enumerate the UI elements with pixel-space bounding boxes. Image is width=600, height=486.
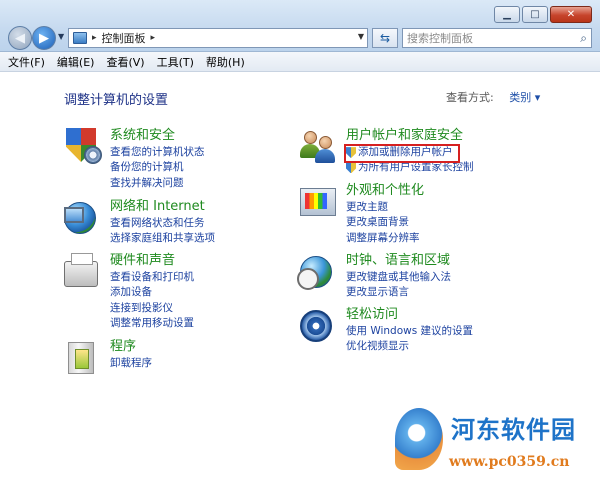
watermark: 河东软件园 www.pc0359.cn (395, 408, 595, 482)
category-title-hardware[interactable]: 硬件和声音 (110, 253, 194, 269)
window-controls: ▁ □ ✕ (494, 6, 592, 23)
link-uninstall-program[interactable]: 卸载程序 (110, 356, 152, 371)
window-titlebar: ▁ □ ✕ ◀ ▶ ▼ ▸ 控制面板 ▸ ▼ ⇆ ⌕ (0, 0, 600, 52)
category-title-programs[interactable]: 程序 (110, 339, 152, 355)
shield-gauge-icon[interactable] (64, 128, 102, 166)
menu-tools[interactable]: 工具(T) (157, 54, 194, 70)
menu-edit[interactable]: 编辑(E) (57, 54, 95, 70)
view-by: 查看方式: 类别 ▾ (446, 89, 540, 105)
link-connect-projector[interactable]: 连接到投影仪 (110, 301, 194, 316)
link-mobility-settings[interactable]: 调整常用移动设置 (110, 316, 194, 331)
minimize-button[interactable]: ▁ (494, 6, 520, 23)
watermark-name: 河东软件园 (451, 415, 576, 444)
link-optimize-video[interactable]: 优化视频显示 (346, 339, 473, 354)
search-box: ⌕ (402, 28, 592, 48)
arrow-right-icon: ▶ (39, 30, 49, 46)
watermark-url: www.pc0359.cn (449, 454, 570, 470)
breadcrumb-separator-end[interactable]: ▸ (151, 33, 156, 43)
category-clock-language: 时钟、语言和区域 更改键盘或其他输入法 更改显示语言 (297, 253, 451, 301)
forward-button[interactable]: ▶ (32, 26, 56, 50)
search-icon[interactable]: ⌕ (580, 31, 587, 46)
category-network: 网络和 Internet 查看网络状态和任务 选择家庭组和共享选项 (64, 199, 215, 247)
category-programs: 程序 卸载程序 (64, 339, 152, 377)
arrow-left-icon: ◀ (15, 30, 25, 46)
menu-view[interactable]: 查看(V) (106, 54, 144, 70)
search-input[interactable] (407, 31, 567, 45)
palette-monitor-icon[interactable] (300, 183, 338, 221)
programs-box-icon[interactable] (64, 339, 102, 377)
category-ease-of-access: 轻松访问 使用 Windows 建议的设置 优化视频显示 (300, 307, 473, 355)
link-screen-resolution[interactable]: 调整屏幕分辨率 (346, 231, 424, 246)
watermark-logo-icon (395, 408, 443, 470)
category-title-appearance[interactable]: 外观和个性化 (346, 183, 424, 199)
link-devices-printers[interactable]: 查看设备和打印机 (110, 270, 194, 285)
uac-shield-icon (346, 162, 356, 174)
ease-of-access-icon[interactable] (300, 307, 338, 345)
chevron-down-icon: ▼ (357, 32, 364, 41)
breadcrumb-control-panel[interactable]: 控制面板 (102, 30, 146, 46)
category-title-system[interactable]: 系统和安全 (110, 128, 205, 144)
chevron-down-icon: ▼ (58, 32, 65, 41)
link-view-computer-status[interactable]: 查看您的计算机状态 (110, 145, 205, 160)
back-button[interactable]: ◀ (8, 26, 32, 50)
clock-globe-icon[interactable] (297, 253, 338, 291)
link-homegroup-sharing[interactable]: 选择家庭组和共享选项 (110, 231, 215, 246)
link-display-language[interactable]: 更改显示语言 (346, 285, 451, 300)
category-title-ease[interactable]: 轻松访问 (346, 307, 473, 323)
link-change-theme[interactable]: 更改主题 (346, 200, 424, 215)
printer-icon[interactable] (64, 253, 102, 291)
link-troubleshoot[interactable]: 查找并解决问题 (110, 176, 205, 191)
maximize-button[interactable]: □ (522, 6, 548, 23)
control-panel-icon (73, 32, 87, 44)
category-title-clock[interactable]: 时钟、语言和区域 (346, 253, 451, 269)
highlight-annotation (344, 144, 460, 163)
view-by-dropdown[interactable]: 类别 ▾ (509, 91, 540, 104)
category-hardware-sound: 硬件和声音 查看设备和打印机 添加设备 连接到投影仪 调整常用移动设置 (64, 253, 194, 331)
address-history-dropdown[interactable]: ▼ (358, 32, 364, 41)
refresh-icon: ⇆ (379, 31, 391, 45)
link-desktop-background[interactable]: 更改桌面背景 (346, 215, 424, 230)
link-backup-computer[interactable]: 备份您的计算机 (110, 160, 205, 175)
view-by-label: 查看方式: (446, 91, 494, 104)
address-bar[interactable]: ▸ 控制面板 ▸ ▼ (68, 28, 368, 48)
link-keyboard-input[interactable]: 更改键盘或其他输入法 (346, 270, 451, 285)
menu-file[interactable]: 文件(F) (8, 54, 45, 70)
category-system-security: 系统和安全 查看您的计算机状态 备份您的计算机 查找并解决问题 (64, 128, 205, 191)
menu-help[interactable]: 帮助(H) (206, 54, 245, 70)
network-globe-icon[interactable] (64, 199, 102, 237)
category-appearance: 外观和个性化 更改主题 更改桌面背景 调整屏幕分辨率 (300, 183, 424, 246)
link-windows-suggested[interactable]: 使用 Windows 建议的设置 (346, 324, 473, 339)
link-network-status[interactable]: 查看网络状态和任务 (110, 216, 215, 231)
breadcrumb-separator[interactable]: ▸ (92, 33, 97, 43)
menu-bar: 文件(F) 编辑(E) 查看(V) 工具(T) 帮助(H) (0, 52, 600, 72)
users-icon[interactable] (300, 128, 338, 166)
page-title: 调整计算机的设置 (64, 93, 169, 108)
refresh-button[interactable]: ⇆ (372, 28, 398, 48)
close-button[interactable]: ✕ (550, 6, 592, 23)
category-title-network[interactable]: 网络和 Internet (110, 199, 215, 215)
recent-pages-dropdown[interactable]: ▼ (58, 32, 64, 41)
link-add-device[interactable]: 添加设备 (110, 285, 194, 300)
category-title-users[interactable]: 用户帐户和家庭安全 (346, 128, 474, 144)
